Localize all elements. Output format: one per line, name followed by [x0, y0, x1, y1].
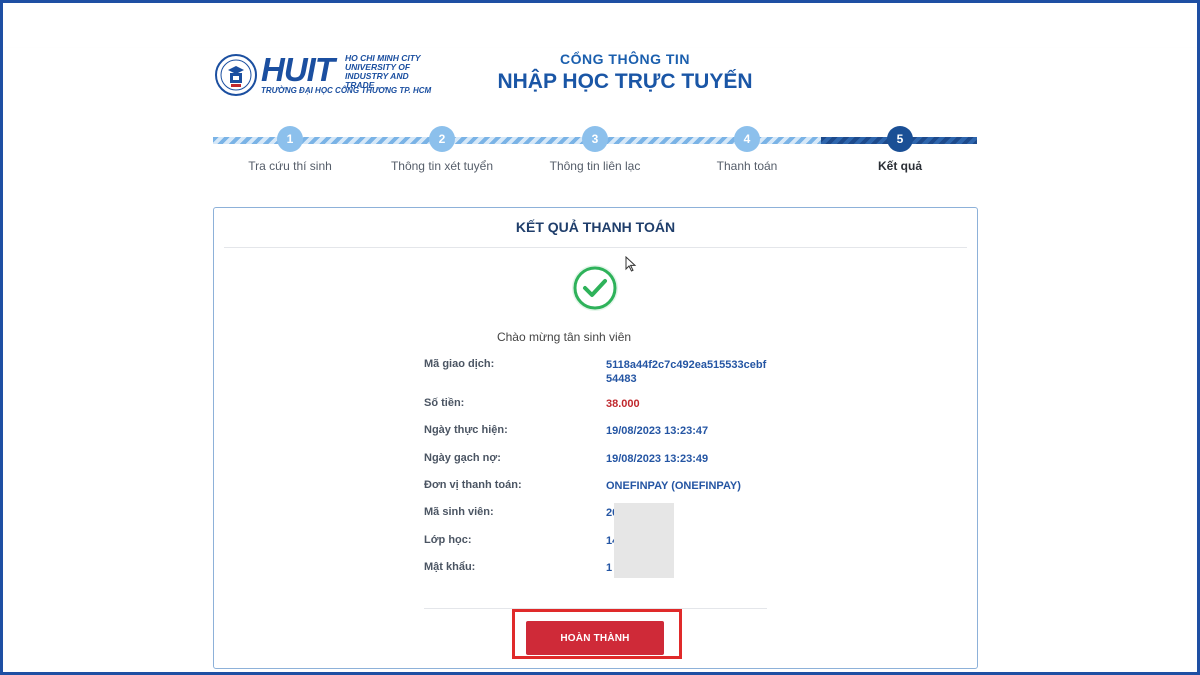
detail-value: 38.000	[606, 398, 640, 410]
step-number: 4	[734, 126, 760, 152]
step-label: Tra cứu thí sinh	[248, 159, 332, 173]
step-number: 3	[582, 126, 608, 152]
mouse-cursor-icon	[625, 256, 637, 272]
redaction-block	[614, 503, 674, 578]
enrollment-stepper: 1 Tra cứu thí sinh 2 Thông tin xét tuyển…	[213, 126, 977, 176]
step-1[interactable]: 1 Tra cứu thí sinh	[215, 126, 365, 173]
logo-wordmark: HUIT	[261, 51, 335, 88]
detail-label: Mã sinh viên:	[424, 506, 494, 518]
portal-subtitle: CỔNG THÔNG TIN	[560, 51, 690, 67]
detail-label: Mã giao dịch:	[424, 358, 495, 370]
detail-value: 19/08/2023 13:23:49	[606, 453, 709, 465]
logo-vietnamese-name: TRƯỜNG ĐẠI HỌC CÔNG THƯƠNG TP. HCM	[261, 86, 432, 95]
step-label: Thanh toán	[716, 159, 778, 173]
annotation-highlight-box	[512, 609, 682, 659]
portal-main-title: NHẬP HỌC TRỰC TUYẾN	[497, 70, 753, 93]
portal-title: CỔNG THÔNG TIN NHẬP HỌC TRỰC TUYẾN	[480, 50, 770, 96]
step-2[interactable]: 2 Thông tin xét tuyển	[367, 126, 517, 173]
step-number: 1	[277, 126, 303, 152]
step-label: Thông tin liên lạc	[549, 159, 641, 173]
step-label: Kết quả	[877, 159, 922, 173]
detail-label: Lớp học:	[424, 534, 472, 546]
step-label: Thông tin xét tuyển	[390, 159, 494, 173]
welcome-message: Chào mừng tân sinh viên	[496, 330, 632, 344]
step-number: 5	[887, 126, 913, 152]
card-title: KẾT QUẢ THANH TOÁN	[224, 208, 967, 248]
detail-label: Đơn vị thanh toán:	[424, 479, 522, 491]
step-number: 2	[429, 126, 455, 152]
detail-value: 19/08/2023 13:23:47	[606, 425, 709, 437]
payment-result-card: KẾT QUẢ THANH TOÁN Chào mừng tân sinh vi…	[213, 207, 978, 669]
logo-english-name: HO CHI MINH CITY UNIVERSITY OF INDUSTRY …	[345, 53, 421, 90]
detail-label: Số tiền:	[424, 397, 465, 409]
browser-top-strip	[3, 3, 1197, 49]
step-3[interactable]: 3 Thông tin liên lạc	[520, 126, 670, 173]
step-4[interactable]: 4 Thanh toán	[672, 126, 822, 173]
detail-value: 5118a44f2c7c492ea515533cebf54483	[606, 359, 767, 385]
detail-label: Ngày gạch nợ:	[424, 452, 501, 464]
detail-label: Mật khẩu:	[424, 561, 476, 573]
university-seal-icon	[215, 54, 257, 96]
detail-label: Ngày thực hiện:	[424, 424, 508, 436]
success-check-icon	[572, 265, 618, 311]
detail-value: ONEFINPAY (ONEFINPAY)	[606, 480, 741, 492]
step-5-active[interactable]: 5 Kết quả	[825, 126, 975, 173]
huit-logo[interactable]: HUIT HO CHI MINH CITY UNIVERSITY OF INDU…	[215, 51, 431, 100]
